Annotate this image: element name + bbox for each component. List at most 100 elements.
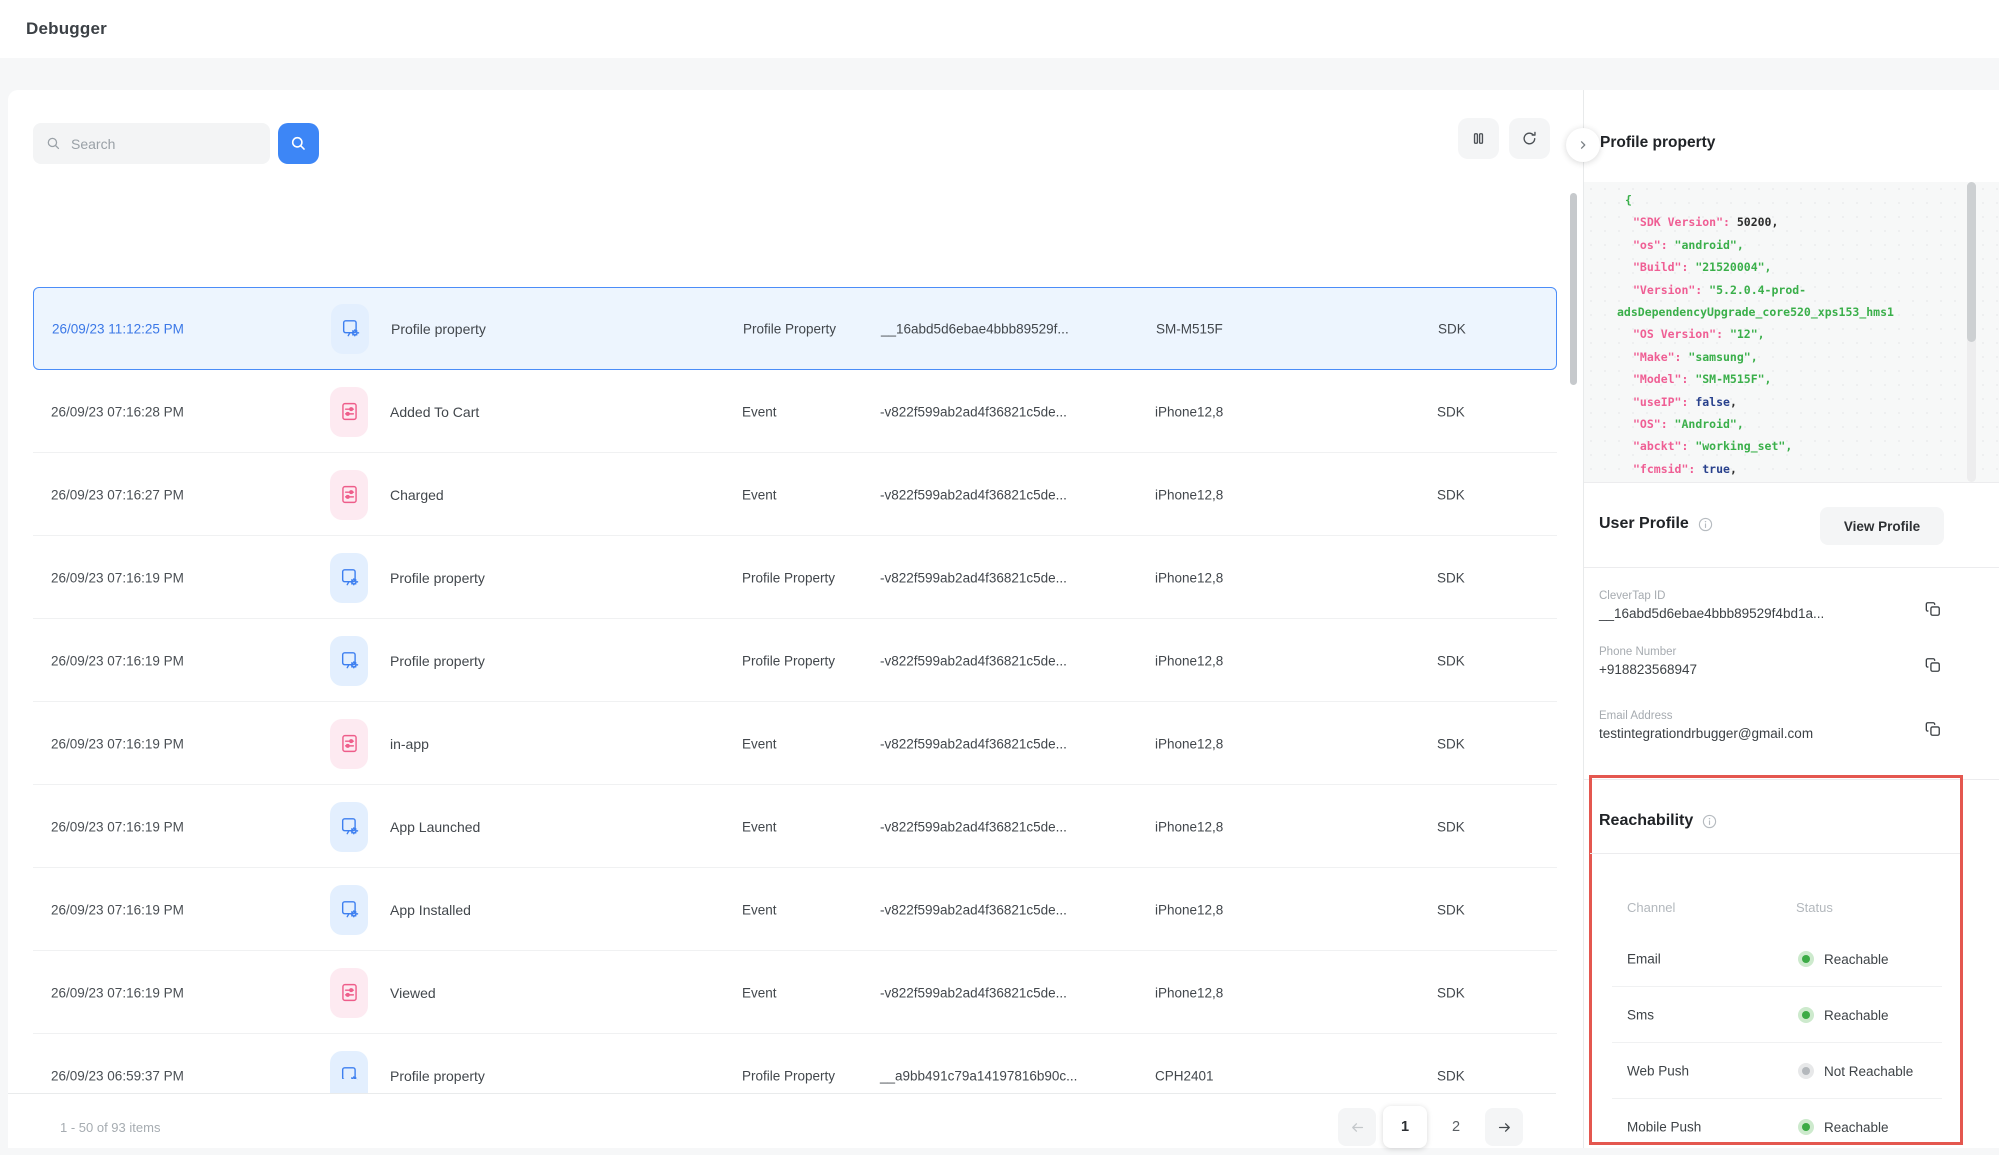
row-identity: __a9bb491c79a14197816b90c... (880, 1068, 1077, 1083)
sliders-icon (330, 968, 368, 1018)
user-profile-title: User Profile (1599, 515, 1689, 533)
row-category: Event (742, 736, 777, 751)
code-line: "OS": "Android", (1617, 413, 1965, 435)
copy-button[interactable] (1923, 718, 1945, 740)
field-value: __16abd5d6ebae4bbb89529f4bd1a... (1599, 606, 1959, 621)
row-time: 26/09/23 07:16:19 PM (51, 570, 184, 585)
row-device-model: iPhone12,8 (1155, 653, 1223, 668)
reachability-divider (1590, 853, 1960, 854)
status-text: Reachable (1824, 952, 1889, 967)
table-row[interactable]: 26/09/23 07:16:19 PMApp LaunchedEvent-v8… (33, 785, 1557, 868)
reachability-row: SmsReachable (1612, 987, 1942, 1043)
row-source: SDK (1437, 736, 1465, 751)
row-device-model: CPH2401 (1155, 1068, 1214, 1083)
page-number-button[interactable]: 2 (1434, 1106, 1478, 1148)
table-scrollbar[interactable] (1570, 193, 1577, 385)
user-profile-heading: User Profile (1599, 515, 1714, 533)
search-input[interactable] (33, 123, 270, 164)
events-table-card: Time Data Category Identity Device model… (8, 90, 1583, 1148)
row-data-label: Profile property (390, 570, 485, 586)
reachability-column-status: Status (1796, 900, 1833, 915)
row-category: Event (742, 487, 777, 502)
reachability-status: Not Reachable (1798, 1063, 1913, 1079)
row-data-label: Profile property (390, 1068, 485, 1084)
reachability-row: Web PushNot Reachable (1612, 1043, 1942, 1099)
detail-panel: Profile property {"SDK Version": 50200,"… (1584, 90, 1999, 1148)
field-value: testintegrationdrbugger@gmail.com (1599, 726, 1959, 741)
row-data-label: App Launched (390, 819, 480, 835)
previous-page-button[interactable] (1338, 1108, 1376, 1146)
table-bottom-border (8, 1093, 1556, 1094)
view-profile-button[interactable]: View Profile (1820, 507, 1944, 545)
table-row[interactable]: 26/09/23 07:16:19 PMProfile propertyProf… (33, 619, 1557, 702)
field-label: Phone Number (1599, 646, 1959, 658)
status-text: Not Reachable (1824, 1064, 1913, 1079)
row-data-label: Profile property (390, 653, 485, 669)
sliders-icon (330, 470, 368, 520)
row-device-model: iPhone12,8 (1155, 819, 1223, 834)
table-rows: 26/09/23 11:12:25 PMProfile propertyProf… (8, 235, 1564, 1093)
row-time: 26/09/23 06:59:37 PM (51, 1068, 184, 1083)
table-row[interactable]: 26/09/23 07:16:19 PMin-appEvent-v822f599… (33, 702, 1557, 785)
code-line: "Version": "5.2.0.4-prod- (1617, 279, 1965, 301)
reachability-row: EmailReachable (1612, 931, 1942, 987)
device-gear-icon (330, 1079, 368, 1093)
copy-button[interactable] (1923, 598, 1945, 620)
code-line: "SDK Version": 50200, (1617, 211, 1965, 233)
search-field[interactable] (71, 136, 258, 152)
sliders-icon (330, 719, 368, 769)
device-gear-icon (330, 802, 368, 852)
row-time: 26/09/23 07:16:19 PM (51, 653, 184, 668)
row-category: Profile Property (742, 570, 835, 585)
reachability-status: Reachable (1798, 1007, 1889, 1023)
table-row[interactable]: 26/09/23 07:16:19 PMViewedEvent-v822f599… (33, 951, 1557, 1034)
code-line: "os": "android", (1617, 234, 1965, 256)
row-source: SDK (1437, 653, 1465, 668)
info-icon[interactable] (1697, 516, 1714, 533)
status-dot-icon (1798, 1063, 1814, 1079)
row-source: SDK (1438, 321, 1466, 336)
table-row[interactable]: 26/09/23 06:59:37 PMProfile propertyProf… (33, 1034, 1557, 1093)
status-text: Reachable (1824, 1008, 1889, 1023)
refresh-button[interactable] (1509, 118, 1550, 159)
row-time: 26/09/23 07:16:19 PM (51, 819, 184, 834)
row-device-model: iPhone12,8 (1155, 736, 1223, 751)
row-source: SDK (1437, 902, 1465, 917)
table-row[interactable]: 26/09/23 07:16:19 PM Profile property Prof… (33, 536, 1557, 619)
field-label: Email Address (1599, 710, 1959, 722)
row-category: Event (742, 404, 777, 419)
row-identity: -v822f599ab2ad4f36821c5de... (880, 902, 1067, 917)
next-page-button[interactable] (1485, 1108, 1523, 1146)
row-source: SDK (1437, 570, 1465, 585)
row-category: Event (742, 902, 777, 917)
row-identity: -v822f599ab2ad4f36821c5de... (880, 404, 1067, 419)
row-data-label: Viewed (390, 985, 436, 1001)
status-dot-icon (1798, 1119, 1814, 1135)
status-dot-icon (1798, 951, 1814, 967)
table-row[interactable]: 26/09/23 07:16:19 PMApp InstalledEvent-v… (33, 868, 1557, 951)
section-divider (1584, 482, 1999, 483)
reachability-column-channel: Channel (1627, 900, 1675, 915)
search-icon (45, 135, 62, 152)
table-row[interactable]: 26/09/23 07:16:27 PMChargedEvent-v822f59… (33, 453, 1557, 536)
reachability-title: Reachability (1599, 812, 1693, 830)
code-line: { (1617, 189, 1965, 211)
code-line: adsDependencyUpgrade_core520_xps153_hms1 (1617, 301, 1965, 323)
row-identity: __16abd5d6ebae4bbb89529f... (881, 321, 1069, 336)
row-time: 26/09/23 07:16:27 PM (51, 487, 184, 502)
reachability-channel: Mobile Push (1627, 1120, 1701, 1135)
row-device-model: iPhone12,8 (1155, 404, 1223, 419)
code-scrollbar[interactable] (1967, 182, 1976, 342)
copy-button[interactable] (1923, 654, 1945, 676)
pause-button[interactable] (1458, 118, 1499, 159)
collapse-panel-button[interactable] (1566, 128, 1600, 162)
page-number-button[interactable]: 1 (1383, 1106, 1427, 1148)
device-gear-icon (331, 304, 369, 354)
code-line: "fcmsid": true, (1617, 458, 1965, 480)
table-row[interactable]: 26/09/23 07:16:28 PMAdded To CartEvent-v… (33, 370, 1557, 453)
code-line: "abckt": "working_set", (1617, 435, 1965, 457)
row-identity: -v822f599ab2ad4f36821c5de... (880, 487, 1067, 502)
info-icon[interactable] (1701, 813, 1718, 830)
table-row[interactable]: 26/09/23 11:12:25 PMProfile propertyProf… (33, 287, 1557, 370)
search-submit-button[interactable] (278, 123, 319, 164)
